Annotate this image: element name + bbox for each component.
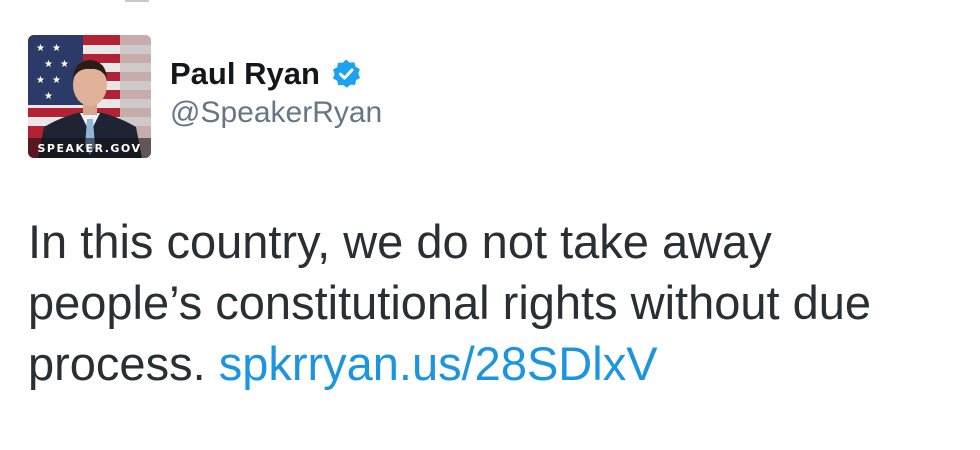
top-divider: [125, 0, 149, 2]
svg-text:★: ★: [36, 43, 45, 54]
author-name-row: Paul Ryan: [170, 56, 362, 92]
tweet-link[interactable]: spkrryan.us/28SDlxV: [219, 337, 658, 390]
author-display-name[interactable]: Paul Ryan: [170, 56, 320, 92]
svg-text:★: ★: [52, 75, 61, 86]
verified-badge-icon: [330, 58, 362, 90]
avatar-caption: SPEAKER.GOV: [37, 142, 142, 155]
svg-text:★: ★: [44, 91, 53, 102]
author-handle[interactable]: @SpeakerRyan: [170, 96, 382, 130]
avatar-image: ★ ★ ★ ★ ★ ★ ★: [28, 35, 151, 158]
avatar[interactable]: ★ ★ ★ ★ ★ ★ ★ SPEAKER.GOV: [28, 35, 151, 158]
svg-text:★: ★: [52, 43, 61, 54]
svg-text:★: ★: [60, 59, 69, 70]
svg-text:★: ★: [36, 75, 45, 86]
svg-text:★: ★: [44, 59, 53, 70]
tweet-text: In this country, we do not take away peo…: [28, 211, 948, 394]
